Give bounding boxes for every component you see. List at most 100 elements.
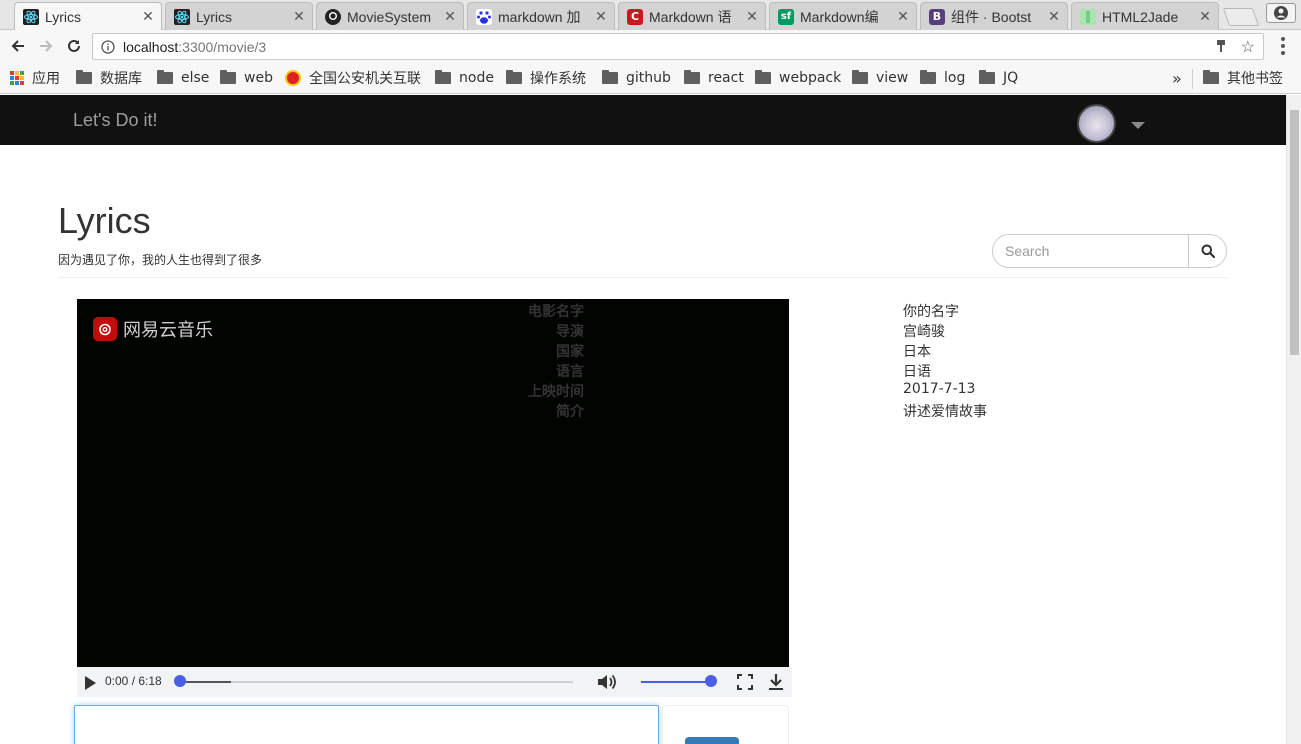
reload-button[interactable] <box>61 33 87 59</box>
bookmark-label: log <box>944 70 966 86</box>
address-bar[interactable]: localhost:3300/movie/3 ☆ <box>92 33 1264 60</box>
browser-menu-button[interactable] <box>1276 35 1290 57</box>
bookmark-label: react <box>708 70 744 86</box>
tab-markdown-baidu[interactable]: markdown 加 ✕ <box>467 2 615 30</box>
search-group <box>992 234 1227 268</box>
folder-icon <box>979 70 995 84</box>
tab-markdown-sf[interactable]: sf Markdown编 ✕ <box>769 2 917 30</box>
close-icon[interactable]: ✕ <box>594 9 608 25</box>
scrollbar-thumb[interactable] <box>1290 110 1299 355</box>
tab-title: markdown 加 <box>498 8 581 25</box>
bookmark-police[interactable]: 全国公安机关互联 <box>285 69 422 87</box>
seek-bar[interactable] <box>180 681 573 683</box>
close-icon[interactable]: ✕ <box>141 9 155 25</box>
bookmark-apps[interactable]: 应用 <box>10 69 60 87</box>
bookmarks-overflow-button[interactable]: » <box>1172 68 1182 88</box>
bookmark-label: 全国公安机关互联 <box>309 71 421 87</box>
bookmark-folder-else[interactable]: else <box>157 69 209 87</box>
url-path: :3300/movie/3 <box>178 38 267 55</box>
bookmark-folder-webpack[interactable]: webpack <box>755 69 841 87</box>
site-navbar: Let's Do it! <box>0 95 1286 145</box>
comment-textarea[interactable] <box>74 705 659 744</box>
folder-icon <box>76 70 92 84</box>
translate-icon[interactable] <box>1215 39 1227 56</box>
close-icon[interactable]: ✕ <box>1198 9 1212 25</box>
comment-submit-button[interactable] <box>685 737 739 744</box>
overflow-label: » <box>1172 68 1182 88</box>
volume-icon[interactable] <box>597 673 617 695</box>
volume-thumb[interactable] <box>705 675 717 687</box>
download-icon[interactable] <box>768 673 784 695</box>
fullscreen-icon[interactable] <box>737 674 753 694</box>
info-label: 国家 <box>556 344 584 360</box>
tab-lyrics-active[interactable]: Lyrics ✕ <box>14 2 162 31</box>
bookmark-other[interactable]: 其他书签 <box>1203 69 1283 87</box>
info-icon[interactable] <box>101 39 115 54</box>
tab-title: Lyrics <box>45 9 82 25</box>
bookmark-folder-jq[interactable]: JQ <box>979 69 1018 87</box>
bookmark-folder-database[interactable]: 数据库 <box>76 69 142 87</box>
close-icon[interactable]: ✕ <box>292 9 306 25</box>
tab-html2jade[interactable]: HTML2Jade ✕ <box>1071 2 1219 30</box>
browser-toolbar: localhost:3300/movie/3 ☆ <box>0 30 1301 63</box>
tab-title: HTML2Jade <box>1102 8 1179 25</box>
info-value: 讲述爱情故事 <box>903 404 987 420</box>
tab-moviesystem[interactable]: MovieSystem ✕ <box>316 2 464 30</box>
bookmark-label: node <box>459 70 494 86</box>
bookmark-folder-react[interactable]: react <box>684 69 744 87</box>
react-icon <box>174 8 190 25</box>
search-input[interactable] <box>992 234 1188 268</box>
info-label: 简介 <box>556 404 584 420</box>
info-label: 上映时间 <box>528 384 584 400</box>
video-time: 0:00 / 6:18 <box>105 674 162 688</box>
star-icon[interactable]: ☆ <box>1241 37 1255 57</box>
folder-icon <box>157 70 173 84</box>
arrow-right-icon <box>40 40 53 52</box>
folder-icon <box>435 70 451 84</box>
info-label: 电影名字 <box>528 304 584 320</box>
close-icon[interactable]: ✕ <box>443 9 457 25</box>
search-button[interactable] <box>1188 234 1227 268</box>
baidu-icon <box>476 8 492 25</box>
bookmark-label: github <box>626 70 671 86</box>
seek-thumb[interactable] <box>174 675 186 687</box>
close-icon[interactable]: ✕ <box>896 9 910 25</box>
search-icon <box>1201 244 1215 258</box>
video-controls: 0:00 / 6:18 <box>77 667 792 697</box>
bookmark-label: else <box>181 70 210 86</box>
bookmarks-bar: 应用 数据库 else web 全国公安机关互联 node 操作系统 githu… <box>0 63 1301 94</box>
profile-button[interactable] <box>1266 3 1296 23</box>
bookmark-folder-os[interactable]: 操作系统 <box>506 69 586 87</box>
volume-slider[interactable] <box>641 681 711 683</box>
segmentfault-icon: sf <box>778 8 794 25</box>
page-scrollbar[interactable] <box>1286 95 1301 744</box>
avatar[interactable] <box>1077 104 1116 143</box>
tab-markdown-csdn[interactable]: C Markdown 语 ✕ <box>618 2 766 30</box>
folder-icon <box>1203 70 1219 84</box>
bookmark-folder-web[interactable]: web <box>220 69 273 87</box>
tab-title: Markdown 语 <box>649 8 732 25</box>
forward-button[interactable] <box>33 33 59 59</box>
close-icon[interactable]: ✕ <box>1047 9 1061 25</box>
tab-title: MovieSystem <box>347 8 432 25</box>
back-button[interactable] <box>5 33 31 59</box>
watermark-text: 网易云音乐 <box>123 320 213 341</box>
bookmark-folder-log[interactable]: log <box>920 69 965 87</box>
new-tab-button[interactable] <box>1222 8 1260 26</box>
tab-bootstrap[interactable]: B 组件 · Bootst ✕ <box>920 2 1068 30</box>
buffered-bar <box>180 681 232 683</box>
bookmark-folder-view[interactable]: view <box>852 69 908 87</box>
close-icon[interactable]: ✕ <box>745 9 759 25</box>
navbar-brand[interactable]: Let's Do it! <box>73 110 157 131</box>
tab-title: 组件 · Bootst <box>951 8 1032 25</box>
header-divider <box>58 277 1228 278</box>
html2jade-icon <box>1080 8 1096 25</box>
folder-icon <box>755 70 771 84</box>
video-player[interactable]: 网易云音乐 <box>77 299 789 667</box>
bookmark-folder-node[interactable]: node <box>435 69 494 87</box>
tab-lyrics[interactable]: Lyrics ✕ <box>165 2 313 30</box>
caret-down-icon[interactable] <box>1131 122 1145 129</box>
play-icon[interactable] <box>85 676 96 690</box>
bookmark-folder-github[interactable]: github <box>602 69 671 87</box>
police-emblem-icon <box>285 70 301 86</box>
